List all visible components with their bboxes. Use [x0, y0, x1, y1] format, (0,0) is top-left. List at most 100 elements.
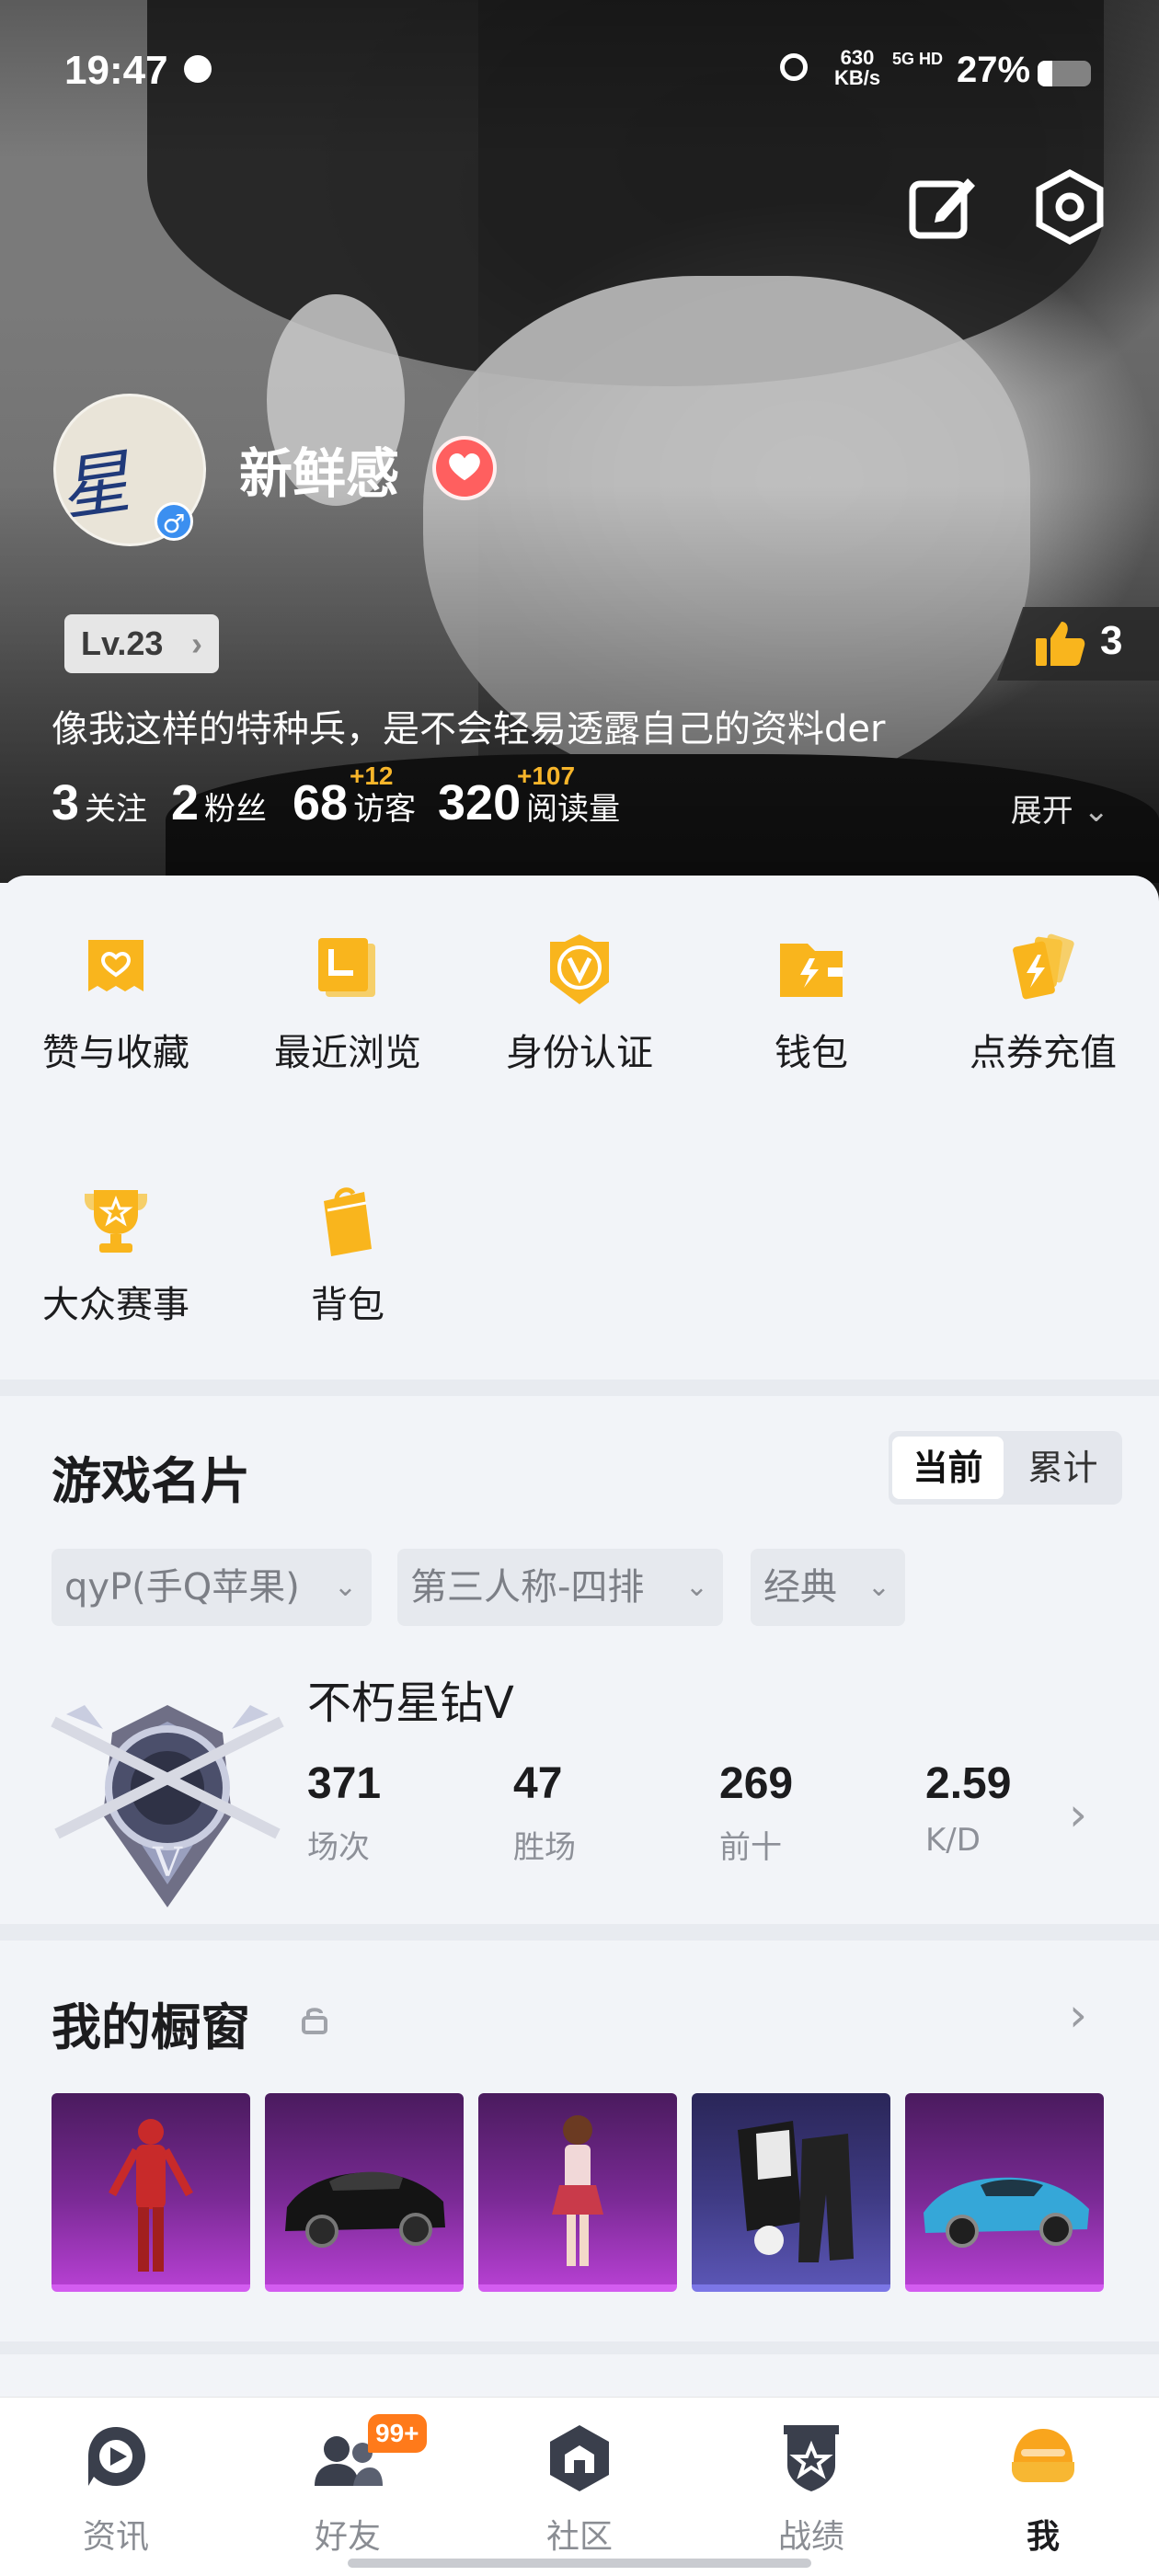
alarm-icon	[780, 53, 808, 81]
nav-label: 好友	[314, 2518, 381, 2556]
female-figure-icon	[552, 2115, 603, 2266]
menu-likes-favorites[interactable]: 赞与收藏	[0, 876, 232, 1078]
showcase-item-female-outfit[interactable]	[478, 2093, 677, 2292]
nav-news[interactable]: 资讯	[0, 2398, 232, 2576]
stat-value: 47	[513, 1759, 563, 1808]
nickname: 新鲜感	[239, 442, 400, 505]
stat-label: 前十	[719, 1829, 782, 1866]
menu-public-events[interactable]: 大众赛事	[0, 1128, 232, 1330]
menu-backpack[interactable]: 背包	[232, 1128, 464, 1330]
nav-label: 战绩	[777, 2518, 844, 2556]
stat-top10: 269 前十	[719, 1758, 903, 1867]
stat-value: 371	[307, 1759, 382, 1808]
stat-followers-num: 2	[171, 775, 200, 830]
section-divider	[0, 1380, 1159, 1396]
chevron-down-icon: ⌄	[1083, 793, 1110, 830]
game-card-chevron-right-icon[interactable]: ›	[1069, 1788, 1087, 1841]
stat-following-num: 3	[52, 775, 80, 830]
account-dropdown[interactable]: qyP(手Q苹果) ⌄	[52, 1549, 372, 1626]
showcase-chevron-right-icon[interactable]: ›	[1069, 1988, 1087, 2042]
stat-following[interactable]: 3 关注	[52, 774, 147, 839]
battery-percent: 27%	[957, 50, 1031, 90]
stat-visitors[interactable]: 68 访客 +12	[293, 761, 417, 839]
stat-reads[interactable]: 320 阅读量 +107	[438, 761, 621, 839]
level-badge[interactable]: Lv.23 ›	[64, 614, 219, 673]
expand-label: 展开	[1010, 793, 1073, 830]
showcase-item-black-car[interactable]	[265, 2093, 464, 2292]
nav-record[interactable]: 战绩	[695, 2398, 927, 2576]
toggle-total[interactable]: 累计	[1007, 1437, 1119, 1499]
home-indicator[interactable]	[348, 2559, 811, 2568]
showcase-item-red-suit[interactable]	[52, 2093, 250, 2292]
account-dropdown-value: qyP(手Q苹果)	[64, 1566, 300, 1609]
stat-visitors-num: 68	[293, 775, 349, 830]
heart-icon[interactable]	[432, 436, 497, 500]
chevron-down-icon: ⌄	[684, 1571, 708, 1603]
svg-text:V: V	[152, 1839, 183, 1886]
trophy-icon	[85, 1190, 147, 1253]
heart-folder-icon	[88, 940, 143, 991]
rank-emblem-icon: V	[51, 1705, 284, 1907]
net-speed: 630 KB/s	[830, 48, 885, 88]
stat-label: 胜场	[513, 1829, 576, 1866]
nav-label: 我	[1026, 2518, 1060, 2556]
nav-friends[interactable]: 99+ 好友	[232, 2398, 464, 2576]
map-dropdown[interactable]: 经典 ⌄	[751, 1549, 905, 1626]
blue-car-icon	[924, 2177, 1089, 2248]
bio-text: 像我这样的特种兵，是不会轻易透露自己的资料der	[52, 708, 886, 750]
expand-button[interactable]: 展开 ⌄	[1011, 785, 1109, 830]
menu-label: 最近浏览	[274, 1032, 421, 1074]
status-bar: 19:47 630 KB/s 5G HD 27%	[0, 0, 1159, 138]
menu-label: 大众赛事	[42, 1284, 189, 1326]
profile-stats: 3 关注 2 粉丝 68 访客 +12 320 阅读量 +107 展开 ⌄	[52, 761, 1109, 839]
chevron-down-icon: ⌄	[866, 1571, 890, 1603]
stat-value: 269	[719, 1759, 794, 1808]
menu-coupon-recharge[interactable]: 点券充值	[927, 876, 1159, 1078]
like-counter[interactable]: 3	[997, 607, 1159, 681]
mode-dropdown[interactable]: 第三人称-四排 ⌄	[397, 1549, 723, 1626]
toggle-current[interactable]: 当前	[892, 1437, 1004, 1499]
nav-me[interactable]: 我	[927, 2398, 1159, 2576]
stat-visitors-label: 访客	[353, 791, 417, 828]
stat-label: 场次	[307, 1829, 370, 1866]
nav-community[interactable]: 社区	[464, 2398, 695, 2576]
battery-icon	[1038, 61, 1091, 86]
coupon-cards-icon	[1013, 933, 1074, 1000]
showcase-item-blue-car[interactable]	[905, 2093, 1104, 2292]
panda-suit-icon	[738, 2121, 854, 2262]
stat-reads-num: 320	[438, 775, 522, 830]
stat-reads-label: 阅读量	[526, 791, 621, 828]
record-shield-icon	[784, 2425, 839, 2491]
section-divider	[0, 1924, 1159, 1941]
stat-reads-plus: +107	[517, 761, 576, 790]
red-suit-figure-icon	[109, 2119, 193, 2272]
like-count: 3	[1100, 618, 1123, 663]
menu-label: 赞与收藏	[42, 1032, 189, 1074]
stat-wins: 47 胜场	[513, 1758, 697, 1867]
net-speed-unit: KB/s	[833, 66, 881, 89]
menu-label: 身份认证	[506, 1032, 653, 1074]
game-card-title: 游戏名片	[52, 1452, 250, 1510]
bottom-nav: 资讯 99+ 好友 社区 战绩 我	[0, 2397, 1159, 2576]
globe-icon	[184, 55, 212, 83]
showcase-item-panda-suit[interactable]	[692, 2093, 890, 2292]
stat-visitors-plus: +12	[350, 761, 394, 790]
menu-identity-verify[interactable]: 身份认证	[464, 876, 695, 1078]
menu-wallet[interactable]: 钱包	[695, 876, 927, 1078]
edit-profile-icon[interactable]	[900, 166, 982, 248]
male-icon: ♂	[155, 502, 193, 541]
status-time: 19:47	[64, 48, 168, 93]
mode-dropdown-value: 第三人称-四排	[410, 1566, 645, 1609]
feature-menu: 赞与收藏 最近浏览 身份认证 钱包 点券充值 大众赛事 背包	[0, 876, 1159, 1372]
stats-period-toggle: 当前 累计	[889, 1431, 1122, 1505]
stat-followers[interactable]: 2 粉丝	[171, 774, 267, 839]
menu-label: 背包	[311, 1284, 384, 1326]
stat-following-label: 关注	[85, 791, 148, 828]
nav-label: 社区	[545, 2518, 613, 2556]
settings-icon[interactable]	[1028, 166, 1111, 248]
network-indicator: 5G HD	[892, 50, 944, 68]
lock-icon	[302, 2008, 327, 2034]
stat-matches: 371 场次	[307, 1758, 491, 1867]
menu-recent-browse[interactable]: 最近浏览	[232, 876, 464, 1078]
section-divider	[0, 2341, 1159, 2354]
